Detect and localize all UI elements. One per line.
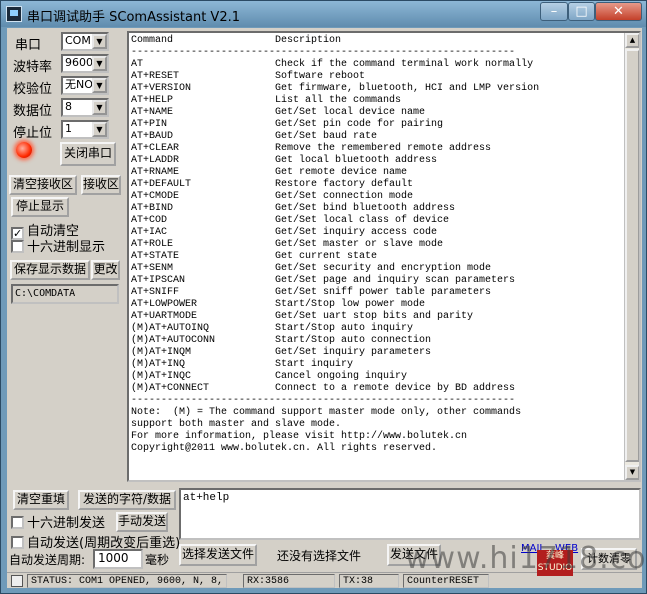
baud-label: 波特率 [13,60,53,75]
port-label: 串口 [15,38,42,53]
hex-send-label: 十六进制发送 [27,516,106,531]
chevron-down-icon[interactable]: ▼ [92,56,107,71]
checkbox-icon[interactable] [11,536,24,549]
watermark: www.hi1718.com [405,541,647,576]
connection-status: STATUS: COM1 OPENED, 9600, N, 8, 1 [27,574,227,588]
send-textarea[interactable]: at+help [179,488,641,540]
databits-select[interactable]: 8 ▼ [61,98,109,117]
chevron-down-icon[interactable]: ▼ [92,100,107,115]
stop-display-button[interactable]: 停止显示 [11,197,69,217]
stopbits-select[interactable]: 1 ▼ [61,120,109,139]
send-chars-button[interactable]: 发送的字符/数据 [78,490,176,510]
close-port-button[interactable]: 关闭串口 [60,142,116,166]
choose-file-button[interactable]: 选择发送文件 [179,544,257,566]
databits-label: 数据位 [13,104,53,119]
baud-select[interactable]: 9600 ▼ [61,54,109,73]
baud-value: 9600 [65,56,93,69]
hex-display-checkbox[interactable]: 十六进制显示 [11,236,105,255]
app-icon [6,6,22,22]
period-input[interactable]: 1000 [93,549,143,569]
chevron-down-icon[interactable]: ▼ [92,34,107,49]
window-title: 串口调试助手 SComAssistant V2.1 [27,10,241,25]
receive-output[interactable]: Command Description --------------------… [127,31,641,482]
scroll-thumb[interactable] [625,49,639,462]
manual-send-button[interactable]: 手动发送 [116,512,168,532]
save-path-field[interactable]: C:\COMDATA [11,284,119,304]
period-unit: 毫秒 [145,553,170,567]
hex-send-checkbox[interactable]: 十六进制发送 [11,512,105,531]
client-area: 串口 COM1 ▼ 波特率 9600 ▼ 校验位 无NON ▼ 数据位 8 ▼ … [7,28,642,588]
scroll-up-icon[interactable]: ▲ [625,33,639,48]
databits-value: 8 [65,100,72,113]
counter-reset-label[interactable]: CounterRESET [403,574,489,588]
stopbits-value: 1 [65,122,72,135]
file-status: 还没有选择文件 [277,549,362,563]
parity-select[interactable]: 无NON ▼ [61,76,109,95]
period-label: 自动发送周期: [9,553,86,567]
clear-send-button[interactable]: 清空重填 [13,490,69,510]
port-select[interactable]: COM1 ▼ [61,32,109,51]
clear-receive-button[interactable]: 清空接收区 [9,175,77,195]
rx-count: RX:3586 [243,574,335,588]
vertical-scrollbar[interactable]: ▲ ▼ [624,33,639,480]
hex-display-label: 十六进制显示 [27,240,106,255]
tx-count: TX:38 [339,574,399,588]
receive-text: Command Description --------------------… [131,35,540,454]
chevron-down-icon[interactable]: ▼ [92,78,107,93]
save-display-button[interactable]: 保存显示数据 [10,260,90,280]
receive-area-button[interactable]: 接收区 [81,175,121,195]
title-bar[interactable]: 串口调试助手 SComAssistant V2.1 – □ ✕ [1,1,646,27]
status-grip-icon [11,575,23,587]
minimize-button[interactable]: – [540,2,568,21]
stopbits-label: 停止位 [13,126,53,141]
scroll-down-icon[interactable]: ▼ [625,465,639,480]
app-window: 串口调试助手 SComAssistant V2.1 – □ ✕ 串口 COM1 … [0,0,647,594]
change-path-button[interactable]: 更改 [91,260,120,280]
parity-label: 校验位 [13,82,53,97]
checkbox-icon[interactable] [11,516,24,529]
maximize-button[interactable]: □ [568,2,595,21]
port-status-led-icon [16,142,32,158]
checkbox-icon[interactable] [11,240,24,253]
chevron-down-icon[interactable]: ▼ [92,122,107,137]
close-button[interactable]: ✕ [595,2,642,21]
